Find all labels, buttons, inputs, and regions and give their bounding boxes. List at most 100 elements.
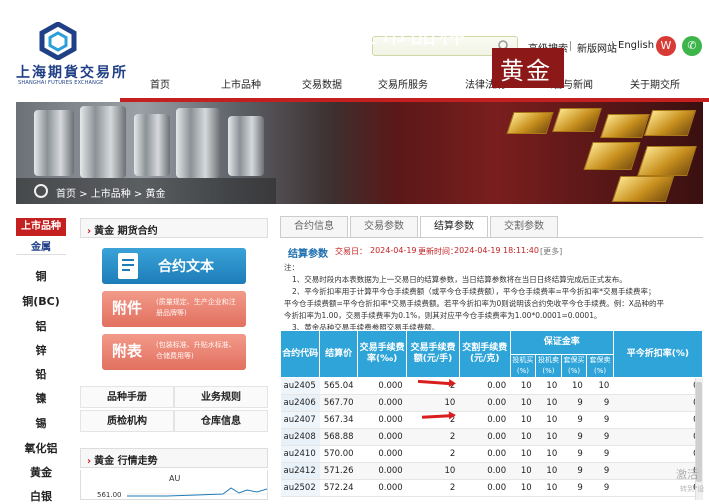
tab-settlement-params[interactable]: 结算参数 <box>420 216 488 238</box>
appendix-label: 附表 <box>112 342 143 360</box>
table-row: au2502572.240.00020.001010990 <box>280 479 703 497</box>
table-row: au2408568.880.00020.001010990 <box>280 428 703 446</box>
sidebar-item-nickel[interactable]: 镍 <box>16 390 66 406</box>
trend-panel-title: 黄金 行情走势 <box>87 452 157 467</box>
nav-services[interactable]: 交易所服务 <box>362 76 444 96</box>
inspection-agencies-button[interactable]: 质检机构 <box>80 410 174 432</box>
col-header-code: 合约代码 <box>279 330 321 378</box>
table-row: au2406567.700.000100.001010990 <box>280 394 703 412</box>
section-title: 结算参数 <box>288 249 328 260</box>
tab-delivery-params[interactable]: 交割参数 <box>490 216 558 238</box>
breadcrumb[interactable]: 首页 > 上市品种 > 黄金 <box>56 185 165 200</box>
table-cell: 10 <box>406 394 460 412</box>
table-cell: 0 <box>613 428 703 446</box>
table-cell: 0 <box>613 445 703 463</box>
tab-contract-info[interactable]: 合约信息 <box>280 216 348 238</box>
sidebar-item-aluminum[interactable]: 铝 <box>16 318 66 334</box>
table-cell: 9 <box>586 394 614 412</box>
contract-text-button[interactable]: 合约文本 <box>102 248 246 284</box>
sidebar-item-gold[interactable]: 黄金 <box>16 464 66 480</box>
table-cell: 0.000 <box>357 445 407 463</box>
sidebar-item-alumina[interactable]: 氧化铝 <box>16 440 66 456</box>
table-cell: 567.70 <box>319 394 358 412</box>
note-line: 平今仓手续费额=平今仓折扣率*交易手续费额。若平今折扣率为0则说明该合约免收平今… <box>284 299 664 308</box>
sidebar-item-tin[interactable]: 锡 <box>16 415 66 431</box>
table-cell: 10 <box>510 411 536 429</box>
tab-trading-params[interactable]: 交易参数 <box>350 216 418 238</box>
nav-products[interactable]: 上市品种 <box>200 76 282 96</box>
table-cell: 572.24 <box>319 479 358 497</box>
table-cell: 10 <box>586 377 614 395</box>
table-cell: 0.00 <box>459 479 511 497</box>
table-cell: au2502 <box>280 479 320 497</box>
table-cell: 0.000 <box>357 479 407 497</box>
price-trend-chart[interactable]: AU 561.00 <box>80 470 268 500</box>
weibo-icon[interactable]: W <box>656 36 676 56</box>
sidebar-category-metal[interactable]: 金属 <box>16 238 66 253</box>
english-link[interactable]: English <box>618 40 654 51</box>
contract-panel-header: 黄金 期货合约 <box>80 218 268 238</box>
table-cell: au2410 <box>280 445 320 463</box>
warehouse-info-button[interactable]: 仓库信息 <box>174 410 268 432</box>
table-cell: 0 <box>613 377 703 395</box>
more-link[interactable]: [更多] <box>540 246 562 257</box>
attachment-button[interactable]: 附件 (质量规定、生产企业和注册品牌等) <box>102 291 246 327</box>
table-cell: 10 <box>510 445 536 463</box>
appendix-desc: (包装标准、升贴水标准、仓储费用等) <box>156 341 236 360</box>
col-header-spec-sell: 投机卖(%) <box>535 354 562 378</box>
table-cell: 0.00 <box>459 428 511 446</box>
product-manual-button[interactable]: 品种手册 <box>80 386 174 408</box>
table-row: au2412571.260.000100.001010990 <box>280 462 703 480</box>
table-cell: 0.000 <box>357 377 407 395</box>
table-cell: 9 <box>586 479 614 497</box>
sidebar-item-zinc[interactable]: 锌 <box>16 342 66 358</box>
wechat-icon[interactable]: ✆ <box>682 36 702 56</box>
table-row: au2410570.000.00020.001010990 <box>280 445 703 463</box>
sidebar-item-lead[interactable]: 铅 <box>16 366 66 382</box>
divider <box>570 41 571 51</box>
table-cell: 9 <box>561 394 587 412</box>
table-cell: 9 <box>586 411 614 429</box>
appendix-button[interactable]: 附表 (包装标准、升贴水标准、仓储费用等) <box>102 334 246 370</box>
table-cell: 10 <box>535 428 562 446</box>
sfe-logo-icon[interactable] <box>38 21 78 61</box>
table-cell: 9 <box>561 479 587 497</box>
col-header-hedge-buy: 套保买(%) <box>560 354 588 378</box>
table-cell: 565.04 <box>319 377 358 395</box>
table-cell: au2412 <box>280 462 320 480</box>
table-cell: 9 <box>586 462 614 480</box>
nav-home[interactable]: 首页 <box>120 76 200 96</box>
settlement-table: 合约代码 结算价 交易手续费率(‰) 交易手续费额(元/手) 交割手续费(元/克… <box>279 330 704 497</box>
tab-underline <box>280 237 703 238</box>
contract-panel-title: 黄金 期货合约 <box>87 222 157 237</box>
nav-about[interactable]: 关于期交所 <box>610 76 700 96</box>
attachment-desc: (质量规定、生产企业和注册品牌等) <box>156 298 236 317</box>
table-cell: 571.26 <box>319 462 358 480</box>
table-cell: au2407 <box>280 411 320 429</box>
watermark: 激活 <box>676 468 698 481</box>
nav-trading-data[interactable]: 交易数据 <box>282 76 362 96</box>
table-cell: au2408 <box>280 428 320 446</box>
table-cell: 9 <box>586 445 614 463</box>
table-cell: 9 <box>561 428 587 446</box>
new-site-link[interactable]: 新版网站 <box>577 40 617 55</box>
business-rules-button[interactable]: 业务规则 <box>174 386 268 408</box>
table-cell: 9 <box>561 462 587 480</box>
trend-symbol: AU <box>169 474 181 483</box>
watermark-sub: 转到"设 <box>680 485 705 493</box>
table-cell: 0.000 <box>357 411 407 429</box>
sidebar-item-copper-bc[interactable]: 铜(BC) <box>16 293 66 309</box>
table-row: au2407567.340.00020.001010990 <box>280 411 703 429</box>
table-cell: 10 <box>535 479 562 497</box>
note-line: 今折扣率为1.00，交易手续费率为0.1%，则其对应平今仓手续费率为1.00*0… <box>284 311 602 320</box>
table-cell: 10 <box>535 394 562 412</box>
table-cell: 567.34 <box>319 411 358 429</box>
table-cell: au2405 <box>280 377 320 395</box>
table-cell: 9 <box>561 411 587 429</box>
table-cell: 10 <box>535 462 562 480</box>
col-header-hedge-sell: 套保卖(%) <box>586 354 614 378</box>
sidebar-item-silver[interactable]: 白银 <box>16 488 66 504</box>
table-cell: 0.00 <box>459 462 511 480</box>
sidebar-item-copper[interactable]: 铜 <box>16 268 66 284</box>
table-cell: 10 <box>535 377 562 395</box>
